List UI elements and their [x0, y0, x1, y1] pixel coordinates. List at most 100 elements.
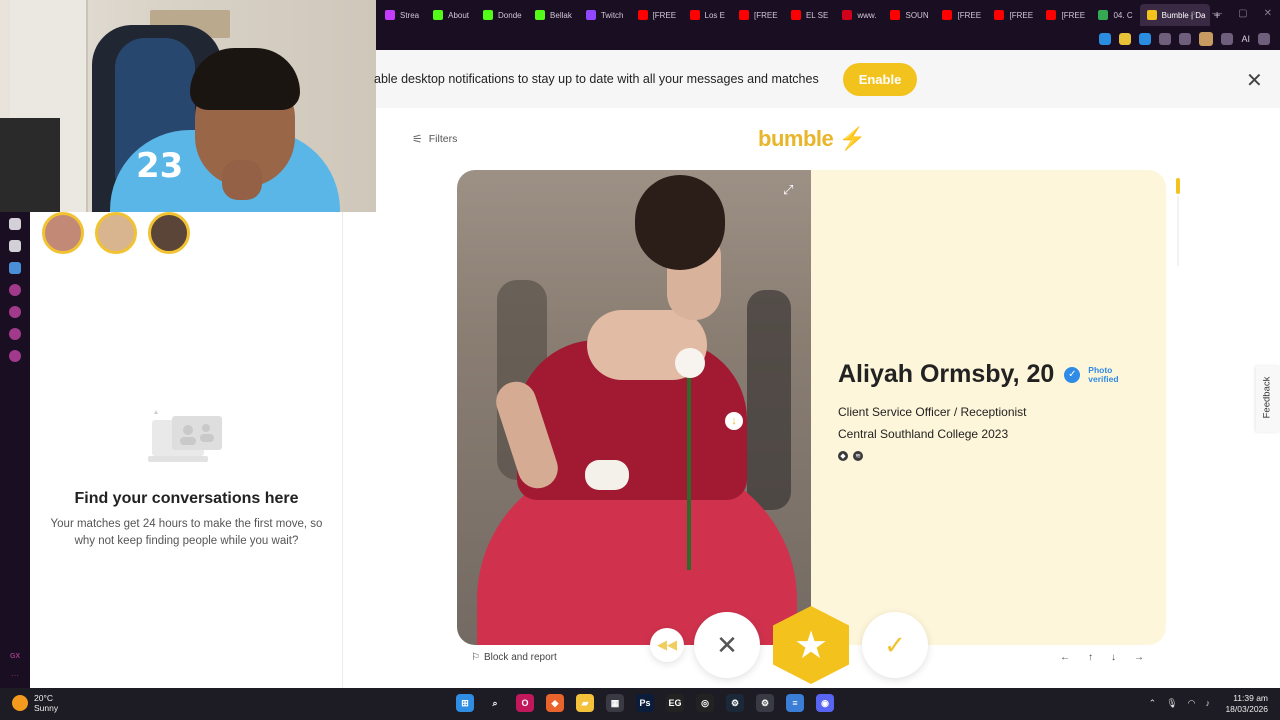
brave-icon[interactable]: ◆ [546, 694, 564, 712]
feedback-tab[interactable]: Feedback [1256, 366, 1280, 432]
tab-label: www. [857, 10, 877, 20]
minimize-button[interactable]: — [1212, 8, 1222, 19]
flag-icon: ⚐ [471, 652, 480, 663]
search-tabs-icon[interactable]: ⌕ [1191, 8, 1197, 19]
chevron-up-icon[interactable]: ⌃ [1149, 698, 1157, 709]
cam-hand [222, 160, 262, 200]
key-up-hint: ↑ [1088, 652, 1093, 663]
enable-notifications-button[interactable]: Enable [843, 63, 917, 96]
extension-icon[interactable] [1139, 33, 1152, 45]
browser-tab[interactable]: [FREE [1039, 4, 1091, 26]
app-icon[interactable] [9, 262, 21, 274]
maximize-button[interactable]: ▢ [1238, 8, 1247, 19]
discord-icon[interactable]: ◉ [816, 694, 834, 712]
explorer-icon[interactable]: ▰ [576, 694, 594, 712]
obs-icon[interactable]: ◎ [696, 694, 714, 712]
browser-tab[interactable]: 04. C [1091, 4, 1139, 26]
history-icon[interactable] [9, 306, 21, 318]
clock-time: 11:39 am [1233, 693, 1268, 703]
browser-tab[interactable]: www. [835, 4, 883, 26]
like-button[interactable]: ✓ [862, 612, 928, 678]
windows-icon[interactable]: ⊞ [456, 694, 474, 712]
discord-icon[interactable] [9, 240, 21, 252]
store-icon[interactable]: ▦ [606, 694, 624, 712]
extension-icon[interactable] [1099, 33, 1112, 45]
match-avatar[interactable] [148, 212, 190, 254]
profile-job: Client Service Officer / Receptionist [838, 405, 1027, 419]
volume-icon[interactable]: ♪ [1206, 698, 1211, 709]
laptop-chat-illustration [148, 410, 222, 462]
weather-widget[interactable]: 20°C Sunny [12, 693, 58, 713]
ai-button[interactable]: AI [1241, 34, 1250, 44]
browser-tab[interactable]: [FREE [732, 4, 784, 26]
close-icon[interactable]: ✕ [1246, 68, 1263, 93]
steam-icon[interactable]: ⚙ [726, 694, 744, 712]
tab-favicon-icon [535, 10, 546, 20]
browser-toolbar: AI [376, 30, 1280, 50]
weather-desc: Sunny [34, 703, 59, 713]
match-avatar[interactable] [95, 212, 137, 254]
browser-tab[interactable]: SOUN [883, 4, 935, 26]
epic-icon[interactable]: EG [666, 694, 684, 712]
scroll-down-icon[interactable]: ↓ [725, 412, 743, 430]
profile-avatar[interactable] [1199, 32, 1214, 46]
menu-icon[interactable] [1258, 33, 1270, 45]
extensions-puzzle-icon[interactable] [1159, 33, 1172, 45]
tab-favicon-icon [433, 10, 444, 20]
snapshot-icon[interactable] [1179, 33, 1192, 45]
clock[interactable]: 11:39 am 18/03/2026 [1225, 693, 1268, 715]
cam-desk [0, 118, 60, 212]
bumble-favicon-icon [1146, 10, 1157, 20]
settings-icon[interactable]: ⚙ [756, 694, 774, 712]
wifi-icon[interactable]: ◠ [1188, 698, 1196, 709]
filters-button[interactable]: ⚟ Filters [412, 132, 457, 146]
spotify-icon[interactable] [9, 284, 21, 296]
sliders-icon: ⚟ [412, 132, 423, 146]
browser-tab[interactable]: Twitch [579, 4, 631, 26]
notepad-icon[interactable]: ≡ [786, 694, 804, 712]
profile-school: Central Southland College 2023 [838, 427, 1009, 441]
notification-banner: able desktop notifications to stay up to… [374, 50, 1280, 108]
match-avatar[interactable] [42, 212, 84, 254]
browser-tab[interactable]: EL SE [784, 4, 835, 26]
block-report-link[interactable]: ⚐ Block and report [471, 652, 557, 663]
cam-hair [190, 48, 300, 110]
browser-tab[interactable]: [FREE [631, 4, 683, 26]
browser-tab[interactable]: Donde [476, 4, 528, 26]
browser-tab[interactable]: Strea [378, 4, 426, 26]
bumble-logo[interactable]: bumble ⚡ [758, 126, 866, 152]
photo-rose-stem [687, 370, 691, 570]
download-icon[interactable] [1221, 33, 1234, 45]
messenger-icon[interactable] [9, 328, 21, 340]
expand-icon[interactable]: ⤢ [783, 182, 793, 198]
profile-photo: ⤢ ↓ [457, 170, 811, 645]
extension-icon[interactable] [1119, 33, 1132, 45]
search-icon[interactable]: ⌕ [486, 694, 504, 712]
tab-favicon-icon [585, 10, 596, 20]
tab-label: About [448, 10, 470, 20]
scroll-indicator[interactable] [1176, 178, 1180, 194]
tiktok-icon[interactable] [9, 218, 21, 230]
browser-tab[interactable]: About [426, 4, 476, 26]
tab-label: SOUN [905, 10, 929, 20]
tab-favicon-icon [842, 10, 853, 20]
tab-favicon-icon [1046, 10, 1057, 20]
photo-hair [635, 175, 725, 270]
more-icon[interactable]: ··· [0, 671, 30, 680]
browser-tab[interactable]: [FREE [987, 4, 1039, 26]
browser-tab[interactable]: Los E [683, 4, 732, 26]
block-report-label: Block and report [483, 652, 557, 663]
opera-gx-icon[interactable]: O [516, 694, 534, 712]
photo-verified-label: Photo verified [1088, 364, 1119, 384]
close-window-button[interactable]: ✕ [1264, 8, 1272, 19]
settings-icon[interactable] [9, 350, 21, 362]
verified-check-icon: ✓ [1064, 366, 1081, 383]
windows-taskbar: 20°C Sunny ⊞ ⌕ O ◆ ▰ ▦ Ps EG ◎ ⚙ ⚙ ≡ ◉ ⌃ 🎙 ◠ ♪ 11:39… [0, 688, 1280, 720]
browser-tab[interactable]: [FREE [935, 4, 987, 26]
browser-tab[interactable]: Bellak [528, 4, 579, 26]
pass-button[interactable]: ✕ [694, 612, 760, 678]
tab-favicon-icon [942, 10, 953, 20]
photoshop-icon[interactable]: Ps [636, 694, 654, 712]
rewind-button[interactable]: ◀◀ [650, 628, 684, 662]
mic-icon[interactable]: 🎙 [1166, 698, 1177, 709]
